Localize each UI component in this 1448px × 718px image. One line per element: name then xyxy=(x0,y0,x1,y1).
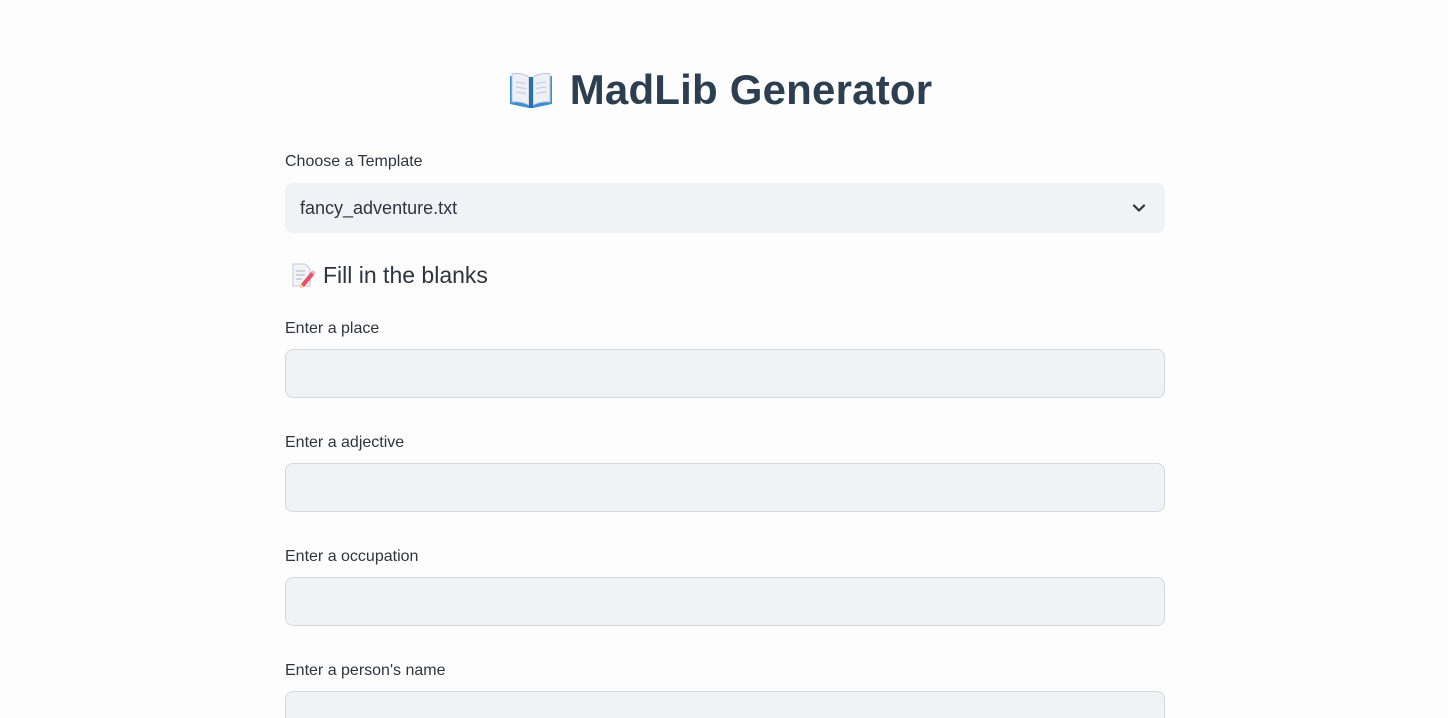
chevron-down-icon xyxy=(1132,204,1146,212)
section-heading-text: Fill in the blanks xyxy=(323,261,488,288)
open-book-icon xyxy=(509,72,552,108)
field-occupation: Enter a occupation xyxy=(285,545,1165,626)
field-label: Enter a occupation xyxy=(285,548,419,565)
memo-icon xyxy=(292,263,315,288)
template-select-label: Choose a Template xyxy=(285,153,423,170)
adjective-input[interactable] xyxy=(285,463,1165,512)
field-place: Enter a place xyxy=(285,317,1165,398)
template-select-value: fancy_adventure.txt xyxy=(300,197,458,218)
field-label: Enter a person's name xyxy=(285,662,446,679)
field-label: Enter a adjective xyxy=(285,434,405,451)
template-select[interactable]: fancy_adventure.txt xyxy=(285,183,1165,233)
person-name-input[interactable] xyxy=(285,691,1165,718)
template-select-group: Choose a Template fancy_adventure.txt xyxy=(285,150,1165,233)
occupation-input[interactable] xyxy=(285,577,1165,626)
place-input[interactable] xyxy=(285,349,1165,398)
field-label: Enter a place xyxy=(285,320,380,337)
title-row: MadLib Generator xyxy=(0,62,1448,118)
section-heading: Fill in the blanks xyxy=(285,259,1165,291)
field-adjective: Enter a adjective xyxy=(285,431,1165,512)
page-title: MadLib Generator xyxy=(569,66,933,113)
main-content: Choose a Template fancy_adventure.txt Fi… xyxy=(285,150,1165,718)
app-page: MadLib Generator Choose a Template fancy… xyxy=(0,0,1448,718)
field-person-name: Enter a person's name xyxy=(285,659,1165,718)
